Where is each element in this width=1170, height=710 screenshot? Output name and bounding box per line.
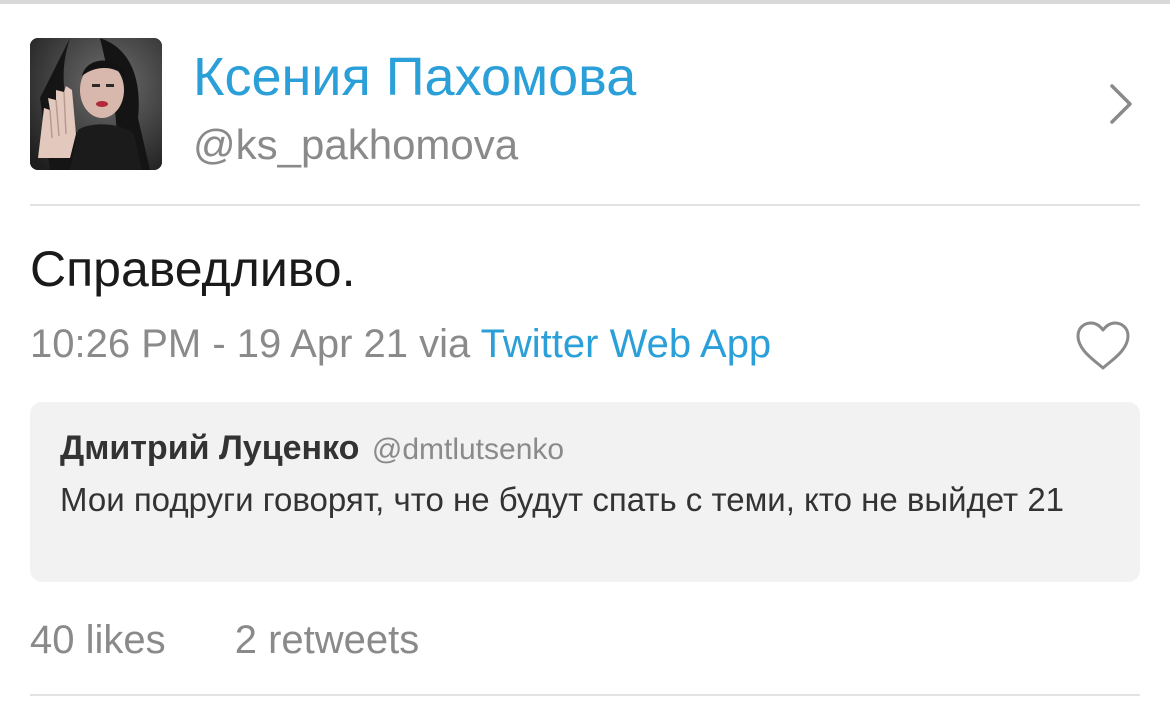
avatar[interactable] — [30, 38, 162, 170]
quoted-author-handle: @dmtlutsenko — [371, 433, 565, 466]
retweets-count[interactable]: 2 retweets — [235, 618, 420, 662]
likes-count[interactable]: 40 likes — [30, 618, 166, 662]
tweet-timestamp: 10:26 PM - 19 Apr 21 — [30, 322, 409, 366]
quoted-tweet-text: Мои подруги говорят, что не будут спать … — [60, 481, 1065, 518]
top-border — [0, 0, 1170, 4]
tweet-source-link[interactable]: Twitter Web App — [481, 322, 772, 366]
header-divider — [30, 204, 1140, 206]
via-label: via — [419, 322, 471, 366]
tweet-stats: 40 likes 2 retweets — [30, 616, 419, 664]
chevron-right-icon[interactable] — [1106, 82, 1136, 126]
tweet-meta: 10:26 PM - 19 Apr 21 via Twitter Web App — [30, 320, 771, 368]
tweet-author-header[interactable]: Ксения Пахомова @ks_pakhomova — [30, 38, 1140, 172]
avatar-photo — [30, 38, 162, 170]
quoted-tweet[interactable]: Дмитрий Луценко @dmtlutsenko Мои подруги… — [30, 402, 1140, 582]
author-handle[interactable]: @ks_pakhomova — [193, 120, 518, 170]
heart-icon[interactable] — [1074, 320, 1132, 372]
quoted-tweet-author: Дмитрий Луценко @dmtlutsenko — [60, 428, 564, 475]
footer-divider — [30, 694, 1140, 696]
tweet-text: Справедливо. — [30, 241, 356, 297]
author-display-name[interactable]: Ксения Пахомова — [193, 44, 636, 110]
quoted-author-name: Дмитрий Луценко — [60, 429, 360, 467]
